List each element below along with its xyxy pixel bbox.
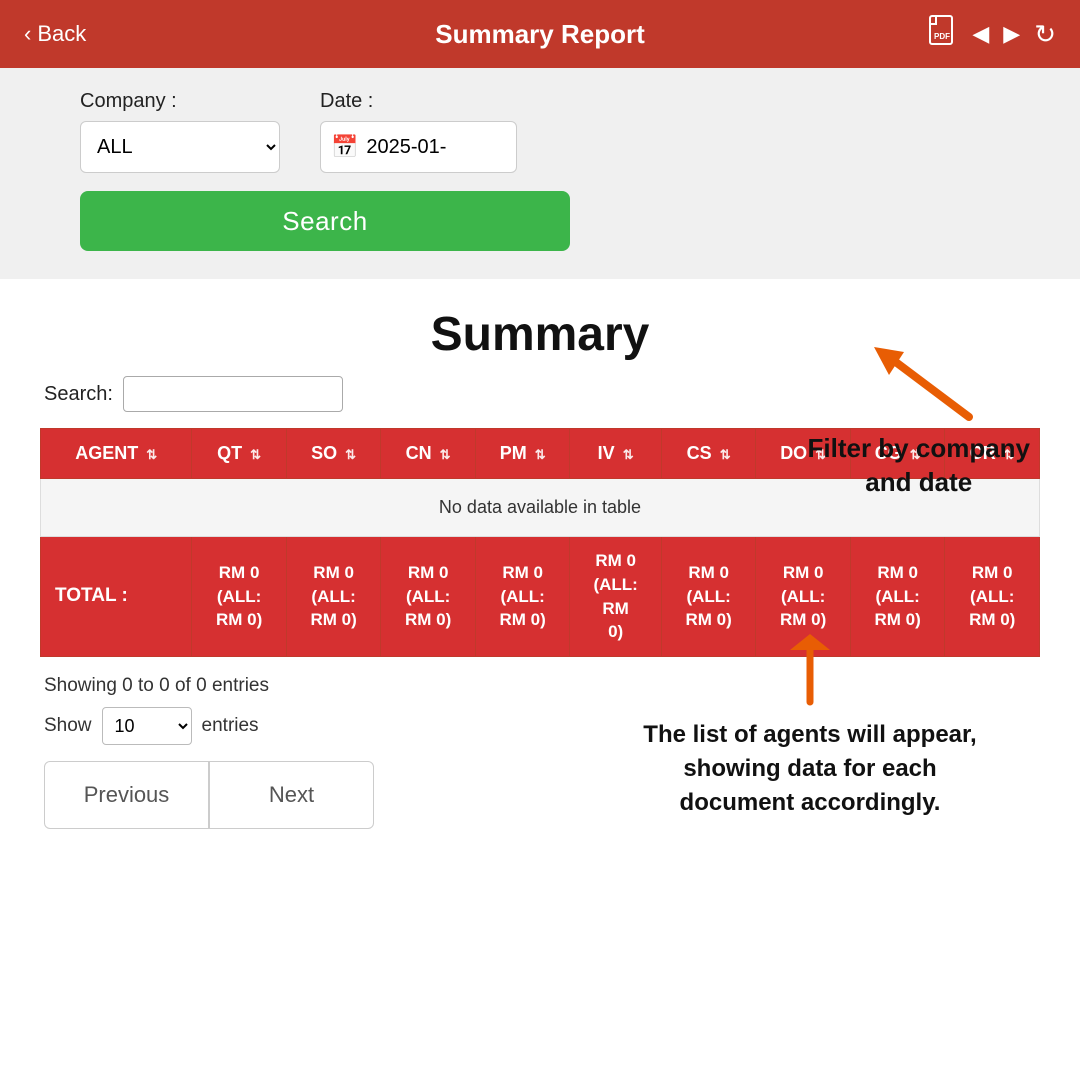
agents-annotation: The list of agents will appear,showing d… bbox=[590, 632, 1030, 819]
filter-annotation-label: Filter by companyand date bbox=[808, 432, 1031, 500]
company-select[interactable]: ALL bbox=[80, 121, 280, 173]
date-filter-group: Date : 📅 bbox=[320, 90, 517, 173]
search-label: Search: bbox=[44, 383, 113, 406]
col-qt[interactable]: QT ⇅ bbox=[192, 429, 287, 479]
total-so: RM 0(ALL:RM 0) bbox=[286, 537, 381, 657]
back-button[interactable]: ‹ Back bbox=[24, 21, 86, 47]
back-label: Back bbox=[37, 21, 86, 47]
previous-button[interactable]: Previous bbox=[44, 761, 209, 829]
header-actions: PDF ◀ ▶ ↻ bbox=[928, 15, 1056, 53]
filter-row: Company : ALL Date : 📅 bbox=[80, 90, 1000, 173]
nav-next-icon[interactable]: ▶ bbox=[1003, 21, 1020, 47]
page-title: Summary Report bbox=[435, 19, 645, 50]
show-label: Show bbox=[44, 715, 92, 737]
date-input-wrap: 📅 bbox=[320, 121, 517, 173]
agents-annotation-label: The list of agents will appear,showing d… bbox=[590, 718, 1030, 819]
filter-section: Company : ALL Date : 📅 Search bbox=[0, 68, 1080, 279]
date-input[interactable] bbox=[366, 136, 506, 159]
main-content: Summary Search: AGENT ⇅ QT ⇅ SO ⇅ CN ⇅ P… bbox=[0, 307, 1080, 829]
col-cn[interactable]: CN ⇅ bbox=[381, 429, 476, 479]
col-pm[interactable]: PM ⇅ bbox=[475, 429, 570, 479]
total-qt: RM 0(ALL:RM 0) bbox=[192, 537, 287, 657]
entries-label: entries bbox=[202, 715, 259, 737]
total-cn: RM 0(ALL:RM 0) bbox=[381, 537, 476, 657]
filter-annotation: Filter by companyand date bbox=[808, 337, 1031, 500]
next-button[interactable]: Next bbox=[209, 761, 374, 829]
nav-prev-icon[interactable]: ◀ bbox=[972, 21, 989, 47]
search-button[interactable]: Search bbox=[80, 191, 570, 251]
col-cs[interactable]: CS ⇅ bbox=[661, 429, 756, 479]
summary-search-input[interactable] bbox=[123, 376, 343, 412]
app-header: ‹ Back Summary Report PDF ◀ ▶ ↻ bbox=[0, 0, 1080, 68]
back-chevron-icon: ‹ bbox=[24, 21, 31, 47]
refresh-icon[interactable]: ↻ bbox=[1034, 19, 1056, 50]
company-label: Company : bbox=[80, 90, 280, 113]
col-agent[interactable]: AGENT ⇅ bbox=[41, 429, 192, 479]
agents-arrow-icon bbox=[780, 632, 840, 712]
total-label: TOTAL : bbox=[41, 537, 192, 657]
filter-arrow-icon bbox=[859, 337, 979, 427]
svg-text:PDF: PDF bbox=[934, 32, 950, 41]
show-entries-select[interactable]: 10 25 50 100 bbox=[102, 707, 192, 745]
col-iv[interactable]: IV ⇅ bbox=[570, 429, 661, 479]
date-label: Date : bbox=[320, 90, 517, 113]
table-body: No data available in table TOTAL : RM 0(… bbox=[41, 479, 1040, 657]
pdf-icon[interactable]: PDF bbox=[928, 15, 958, 53]
col-so[interactable]: SO ⇅ bbox=[286, 429, 381, 479]
total-pm: RM 0(ALL:RM 0) bbox=[475, 537, 570, 657]
company-filter-group: Company : ALL bbox=[80, 90, 280, 173]
calendar-icon: 📅 bbox=[331, 134, 358, 160]
